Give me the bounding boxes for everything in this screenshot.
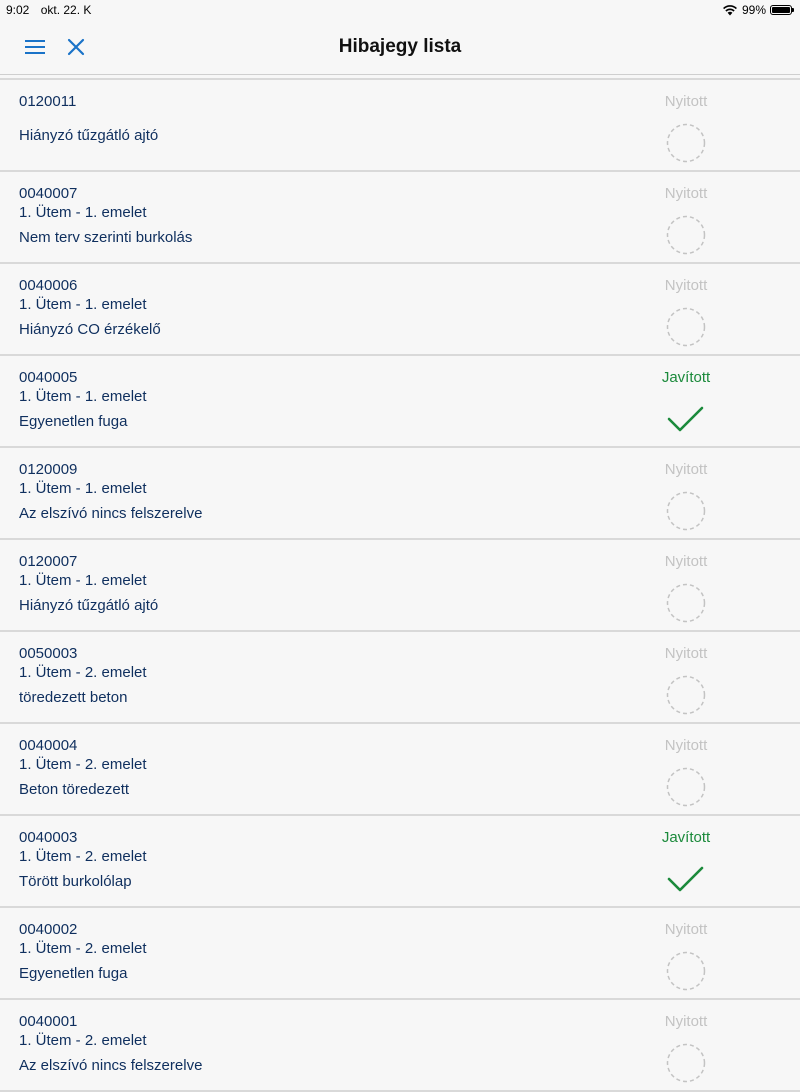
- ticket-description: Egyenetlen fuga: [19, 413, 128, 430]
- open-circle-icon: [666, 491, 706, 531]
- ticket-row[interactable]: 0120011 Hiányzó tűzgátló ajtó Nyitott: [0, 80, 800, 172]
- ticket-status: Javított: [661, 369, 711, 386]
- open-circle-icon: [666, 675, 706, 715]
- status-left: 9:02 okt. 22. K: [6, 3, 99, 17]
- ticket-code: 0040003: [19, 829, 78, 846]
- ticket-status: Javított: [661, 829, 711, 846]
- ticket-code: 0040007: [19, 185, 78, 202]
- wifi-icon: [723, 5, 737, 16]
- ticket-code: 0040006: [19, 277, 78, 294]
- ticket-location: 1. Ütem - 2. emelet: [19, 848, 147, 865]
- status-date: okt. 22. K: [40, 3, 92, 17]
- ticket-code: 0040004: [19, 737, 78, 754]
- ticket-status: Nyitott: [664, 1013, 708, 1030]
- ticket-row[interactable]: 0040001 1. Ütem - 2. emelet Az elszívó nin…: [0, 1000, 800, 1092]
- ticket-location: 1. Ütem - 1. emelet: [19, 296, 147, 313]
- open-circle-icon: [666, 1043, 706, 1083]
- ticket-location: 1. Ütem - 1. emelet: [19, 480, 147, 497]
- ticket-status: Nyitott: [664, 645, 708, 662]
- ticket-code: 0120009: [19, 461, 78, 478]
- ticket-description: Beton töredezett: [19, 781, 130, 798]
- ticket-description: töredezett beton: [19, 689, 128, 706]
- ticket-row[interactable]: 0050003 1. Ütem - 2. emelet töredezett bet…: [0, 632, 800, 724]
- status-bar: 9:02 okt. 22. K 99%: [0, 0, 800, 20]
- ticket-location: 1. Ütem - 2. emelet: [19, 940, 147, 957]
- ticket-location: 1. Ütem - 2. emelet: [19, 1032, 147, 1049]
- checkmark-icon: [667, 406, 704, 432]
- ticket-location: 1. Ütem - 2. emelet: [19, 756, 147, 773]
- navigation-bar: Hibajegy lista: [0, 20, 800, 75]
- ticket-description: Hiányzó tűzgátló ajtó: [19, 597, 159, 614]
- open-circle-icon: [666, 215, 706, 255]
- ticket-list: 0120011 Hiányzó tűzgátló ajtó Nyitott 00400…: [0, 78, 800, 1092]
- ticket-description: Egyenetlen fuga: [19, 965, 128, 982]
- ticket-row[interactable]: 0040005 1. Ütem - 1. emelet Egyenetlen fug…: [0, 356, 800, 448]
- ticket-row[interactable]: 0040006 1. Ütem - 1. emelet Hiányzó CO érz…: [0, 264, 800, 356]
- ticket-row[interactable]: 0040007 1. Ütem - 1. emelet Nem terv szeri…: [0, 172, 800, 264]
- battery-icon: [770, 5, 794, 15]
- ticket-row[interactable]: 0120009 1. Ütem - 1. emelet Az elszívó nin…: [0, 448, 800, 540]
- ticket-location: 1. Ütem - 1. emelet: [19, 388, 147, 405]
- open-circle-icon: [666, 767, 706, 807]
- ticket-status: Nyitott: [664, 93, 708, 110]
- ticket-code: 0050003: [19, 645, 78, 662]
- battery-percent: 99%: [741, 3, 766, 17]
- ticket-location: 1. Ütem - 2. emelet: [19, 664, 147, 681]
- ticket-status: Nyitott: [664, 553, 708, 570]
- status-right: 99%: [722, 3, 794, 17]
- ticket-code: 0120011: [19, 93, 77, 110]
- ticket-description: Hiányzó tűzgátló ajtó: [19, 127, 159, 144]
- checkmark-icon: [667, 866, 704, 892]
- status-time: 9:02: [6, 3, 30, 17]
- ticket-row[interactable]: 0040004 1. Ütem - 2. emelet Beton töredeze…: [0, 724, 800, 816]
- ticket-status: Nyitott: [664, 185, 708, 202]
- open-circle-icon: [666, 951, 706, 991]
- ticket-description: Az elszívó nincs felszerelve: [19, 505, 203, 522]
- ticket-row[interactable]: 0040002 1. Ütem - 2. emelet Egyenetlen fug…: [0, 908, 800, 1000]
- open-circle-icon: [666, 123, 706, 163]
- ticket-status: Nyitott: [664, 461, 708, 478]
- ticket-status: Nyitott: [664, 277, 708, 294]
- ticket-status: Nyitott: [664, 737, 708, 754]
- ticket-code: 0040002: [19, 921, 78, 938]
- ticket-description: Hiányzó CO érzékelő: [19, 321, 161, 338]
- ticket-description: Nem terv szerinti burkolás: [19, 229, 193, 246]
- ticket-code: 0040005: [19, 369, 78, 386]
- ticket-code: 0120007: [19, 553, 78, 570]
- ticket-row[interactable]: 0040003 1. Ütem - 2. emelet Törött burkoló…: [0, 816, 800, 908]
- ticket-location: 1. Ütem - 1. emelet: [19, 204, 147, 221]
- ticket-code: 0040001: [19, 1013, 78, 1030]
- open-circle-icon: [666, 307, 706, 347]
- ticket-description: Törött burkolólap: [19, 873, 132, 890]
- ticket-location: 1. Ütem - 1. emelet: [19, 572, 147, 589]
- ticket-row[interactable]: 0120007 1. Ütem - 1. emelet Hiányzó tűzgát…: [0, 540, 800, 632]
- ticket-status: Nyitott: [664, 921, 708, 938]
- open-circle-icon: [666, 583, 706, 623]
- page-title: Hibajegy lista: [338, 36, 462, 57]
- ticket-description: Az elszívó nincs felszerelve: [19, 1057, 203, 1074]
